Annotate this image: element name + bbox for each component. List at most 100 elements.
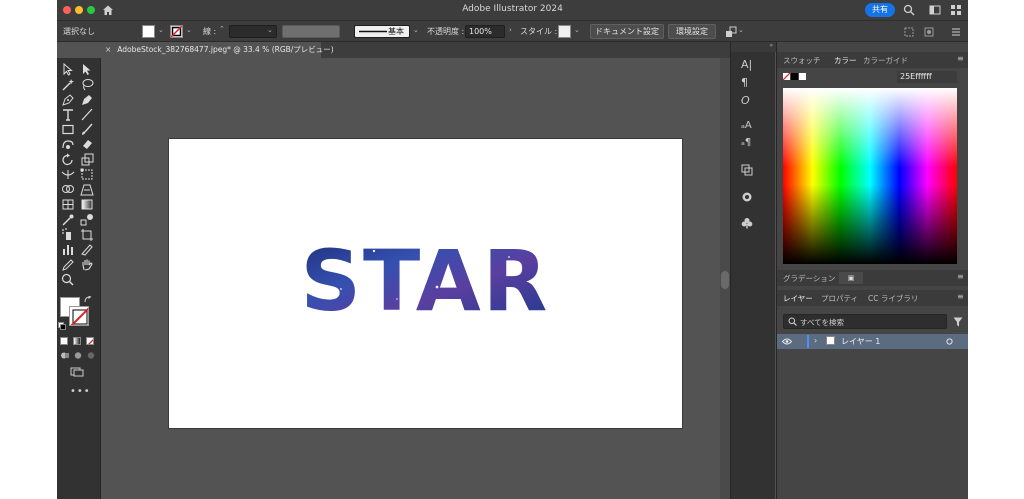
transform-panel-icon[interactable]: [741, 164, 753, 176]
perspective-grid-icon[interactable]: [80, 183, 94, 196]
symbols-panel-icon[interactable]: [741, 217, 753, 229]
preferences-button[interactable]: 環境設定: [668, 24, 716, 39]
draw-mode-icon[interactable]: [60, 351, 70, 360]
style-label: スタイル :: [520, 27, 558, 36]
tab-color[interactable]: カラー: [834, 55, 857, 66]
layer-row[interactable]: › レイヤー 1: [777, 334, 968, 349]
more-tools-icon[interactable]: •••: [70, 386, 90, 397]
gradient-mode-button[interactable]: [73, 337, 81, 345]
panels-icon[interactable]: [950, 4, 962, 16]
artwork-star-text[interactable]: STAR: [169, 139, 682, 428]
symbol-sprayer-icon[interactable]: [61, 228, 75, 241]
gradient-tool-icon[interactable]: [80, 198, 94, 211]
target-circle-icon[interactable]: [946, 338, 953, 345]
hand-tool-icon[interactable]: [80, 258, 94, 271]
shaper-tool-icon[interactable]: [61, 138, 75, 151]
shape-builder-icon[interactable]: [61, 183, 75, 196]
layer-search-input[interactable]: すべてを検索: [783, 314, 947, 329]
graph-tool-icon[interactable]: [61, 243, 75, 256]
line-tool-icon[interactable]: [80, 108, 94, 121]
color-swatches-mini-icon[interactable]: [783, 73, 807, 81]
default-fill-stroke-icon[interactable]: [58, 322, 66, 330]
swap-fill-stroke-icon[interactable]: [84, 296, 92, 304]
close-tab-icon[interactable]: ×: [105, 45, 111, 54]
stroke-style-field[interactable]: 基本: [354, 25, 410, 38]
chevron-down-icon[interactable]: ⌄: [413, 26, 419, 34]
dock-collapse-icon[interactable]: »: [731, 42, 776, 52]
chevron-right-icon[interactable]: ›: [814, 336, 817, 345]
tab-swatches[interactable]: スウォッチ: [783, 55, 821, 66]
search-icon[interactable]: [903, 4, 915, 16]
opacity-field[interactable]: 100%: [465, 25, 505, 38]
stroke-stepper-icon[interactable]: ⌃: [219, 25, 225, 33]
chevron-right-icon[interactable]: ›: [509, 26, 512, 34]
document-tab[interactable]: × AdobeStock_382768477.jpeg* @ 33.4 % (RG…: [101, 42, 334, 58]
tab-cc-libraries[interactable]: CC ライブラリ: [868, 293, 918, 304]
magic-wand-icon[interactable]: [61, 78, 75, 91]
pen-tool-icon[interactable]: [61, 93, 75, 106]
zoom-tool-icon[interactable]: [61, 273, 75, 286]
variable-width-field[interactable]: [282, 25, 340, 38]
artboard-tool-icon[interactable]: [80, 228, 94, 241]
appearance-panel-icon[interactable]: [741, 191, 753, 203]
tab-layers[interactable]: レイヤー: [783, 293, 813, 304]
panel-menu-icon[interactable]: ≡: [957, 54, 964, 63]
color-spectrum[interactable]: [783, 88, 957, 264]
eraser-icon[interactable]: [80, 138, 94, 151]
paragraph-styles-icon[interactable]: ₐ¶: [741, 137, 753, 149]
draw-behind-icon[interactable]: [73, 351, 83, 360]
stroke-color-box[interactable]: [69, 306, 89, 326]
scrollbar-thumb[interactable]: [721, 271, 729, 289]
fill-swatch[interactable]: [142, 25, 155, 38]
slice-tool-icon[interactable]: [80, 243, 94, 256]
direct-selection-tool-icon[interactable]: [80, 63, 94, 76]
free-transform-icon[interactable]: [80, 168, 94, 181]
draw-inside-icon[interactable]: [86, 351, 96, 360]
panel-menu-icon[interactable]: ≡: [957, 292, 964, 301]
visibility-eye-icon[interactable]: [782, 337, 792, 346]
chevron-down-icon[interactable]: ⌄: [158, 26, 164, 34]
blend-tool-icon[interactable]: [80, 213, 94, 226]
scale-tool-icon[interactable]: [80, 153, 94, 166]
lasso-icon[interactable]: [80, 78, 94, 91]
eyedropper-icon[interactable]: [61, 213, 75, 226]
isolate-icon[interactable]: [903, 26, 915, 38]
artboard[interactable]: STAR: [169, 139, 682, 428]
pencil-tool-icon[interactable]: [61, 258, 75, 271]
opentype-panel-icon[interactable]: O: [741, 94, 753, 107]
stroke-swatch[interactable]: [170, 25, 183, 38]
character-styles-icon[interactable]: ₐA: [741, 120, 753, 132]
paintbrush-icon[interactable]: [80, 123, 94, 136]
control-menu-icon[interactable]: [950, 26, 962, 38]
curvature-tool-icon[interactable]: [80, 93, 94, 106]
rotate-tool-icon[interactable]: [61, 153, 75, 166]
width-tool-icon[interactable]: [61, 168, 75, 181]
character-panel-icon[interactable]: A|: [741, 58, 753, 71]
hex-field[interactable]: 25Effffff: [897, 71, 957, 83]
selection-tool-icon[interactable]: [61, 63, 75, 76]
type-tool-icon[interactable]: [61, 108, 75, 121]
tab-properties[interactable]: プロパティ: [821, 293, 858, 304]
document-setup-button[interactable]: ドキュメント設定: [590, 24, 664, 39]
recolor-icon[interactable]: [923, 26, 935, 38]
chevron-down-icon[interactable]: ⌄: [738, 26, 744, 34]
rectangle-tool-icon[interactable]: [61, 123, 75, 136]
color-mode-button[interactable]: [60, 337, 68, 345]
tab-color-guide[interactable]: カラーガイド: [863, 55, 908, 66]
panel-menu-icon[interactable]: ≡: [957, 272, 964, 281]
paragraph-panel-icon[interactable]: ¶: [741, 76, 753, 89]
mesh-tool-icon[interactable]: [61, 198, 75, 211]
screen-mode-icon[interactable]: [70, 367, 84, 377]
filter-icon[interactable]: [953, 317, 963, 327]
share-button[interactable]: 共有: [865, 3, 895, 17]
gradient-swatch-icon[interactable]: ▣: [839, 272, 863, 284]
chevron-down-icon[interactable]: ⌄: [267, 26, 273, 34]
chevron-down-icon[interactable]: ⌄: [186, 26, 192, 34]
chevron-down-icon[interactable]: ⌄: [574, 26, 580, 34]
none-mode-button[interactable]: [86, 337, 94, 345]
tab-gradient[interactable]: グラデーション: [783, 273, 835, 284]
vertical-scrollbar[interactable]: [720, 58, 730, 499]
workspace-icon[interactable]: [929, 4, 941, 16]
arrange-icon[interactable]: [725, 26, 737, 38]
graphic-style-swatch[interactable]: [558, 25, 571, 38]
